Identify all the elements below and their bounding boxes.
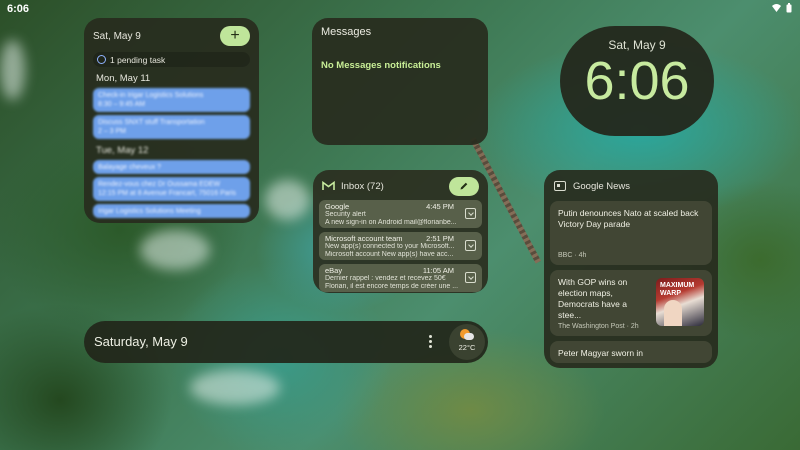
gmail-header: Inbox (72): [319, 176, 482, 196]
mail-subject: New app(s) connected to your Microsoft..…: [325, 243, 455, 250]
mail-time: 4:45 PM: [426, 202, 454, 211]
waterfall-foam: [0, 40, 25, 100]
partly-cloudy-icon: [460, 329, 474, 341]
messages-empty-text: No Messages notifications: [321, 60, 441, 71]
mail-time: 11:05 AM: [422, 266, 454, 275]
mail-item[interactable]: eBay 11:05 AM Dernier rappel : vendez et …: [319, 264, 482, 292]
clock-widget[interactable]: Sat, May 9 6:06: [560, 26, 714, 136]
clock-time: 6:06: [584, 51, 690, 111]
status-time: 6:06: [7, 3, 30, 15]
news-article[interactable]: Peter Magyar sworn in: [550, 341, 712, 363]
weather-button[interactable]: 22°C: [449, 324, 485, 360]
mail-subject: Dernier rappel : vendez et recevez 50€: [325, 275, 446, 282]
event-title: Check-in Irigar Logistics Solutions: [98, 92, 204, 99]
event-title: Irigar Logistics Solutions Meeting: [98, 208, 201, 215]
news-title[interactable]: Google News: [573, 181, 630, 192]
calendar-event[interactable]: Rendez-vous chez Dr Oussama EDEW 12:15 P…: [93, 177, 250, 201]
calendar-event[interactable]: Discuss SNXT stuff Transportation 2 – 3 …: [93, 115, 250, 139]
calendar-widget[interactable]: Sat, May 9 + 1 pending task Mon, May 11 …: [84, 18, 259, 223]
date-weather-widget[interactable]: Saturday, May 9 22°C: [84, 321, 488, 363]
news-article[interactable]: With GOP wins on election maps, Democrat…: [550, 270, 712, 336]
battery-icon: [786, 3, 792, 13]
mail-sender: Google: [325, 202, 350, 211]
calendar-header: Sat, May 9 +: [93, 26, 250, 46]
clock-date: Sat, May 9: [608, 38, 666, 52]
gmail-widget[interactable]: Inbox (72) Google 4:45 PM Security alert …: [313, 170, 488, 293]
event-time: 12:15 PM at 8 Avenue Francart, 75016 Par…: [98, 190, 237, 197]
article-thumbnail: MAXIMUM WARP: [656, 278, 704, 326]
waterfall-foam: [140, 230, 210, 270]
event-time: 8:30 – 9:45 AM: [98, 101, 146, 108]
more-options-icon[interactable]: [429, 335, 433, 349]
article-source: The Washington Post · 2h: [558, 323, 639, 330]
mail-item[interactable]: Google 4:45 PM Security alert A new sign-…: [319, 200, 482, 228]
mail-snippet: A new sign-in on Android mail@florianbe.…: [325, 219, 457, 226]
article-headline: Peter Magyar sworn in: [558, 348, 644, 358]
archive-icon[interactable]: [465, 272, 476, 283]
full-date: Saturday, May 9: [94, 334, 188, 349]
archive-icon[interactable]: [465, 208, 476, 219]
day-label: Mon, May 11: [96, 73, 151, 84]
news-widget[interactable]: Google News Putin denounces Nato at scal…: [544, 170, 718, 368]
article-source: BBC · 4h: [558, 252, 587, 259]
calendar-event[interactable]: Balayage cheveux ?: [93, 160, 250, 174]
pending-task-row[interactable]: 1 pending task: [93, 52, 250, 67]
pencil-icon: [460, 182, 468, 190]
add-event-button[interactable]: +: [220, 26, 250, 46]
mail-sender: Microsoft account team: [325, 234, 403, 243]
news-article[interactable]: Putin denounces Nato at scaled back Vict…: [550, 201, 712, 265]
news-icon: [554, 181, 566, 191]
news-header: Google News: [550, 176, 712, 196]
article-headline: Putin denounces Nato at scaled back Vict…: [558, 208, 699, 229]
event-title: Rendez-vous chez Dr Oussama EDEW: [98, 181, 221, 188]
calendar-event[interactable]: Check-in Irigar Logistics Solutions 8:30…: [93, 88, 250, 112]
mail-subject: Security alert: [325, 211, 366, 218]
waterfall-foam: [190, 370, 280, 405]
wifi-icon: [772, 4, 781, 12]
gmail-icon[interactable]: [322, 181, 335, 191]
status-icons: [772, 3, 792, 13]
waterfall-foam: [265, 180, 310, 220]
compose-button[interactable]: [449, 176, 479, 196]
temperature: 22°C: [458, 343, 476, 352]
mail-item[interactable]: Microsoft account team 2:51 PM New app(s)…: [319, 232, 482, 260]
mail-snippet: Microsoft account New app(s) have acc...: [325, 251, 454, 258]
status-bar: 6:06: [0, 0, 800, 18]
task-circle-icon: [97, 55, 106, 64]
event-time: 2 – 3 PM: [98, 128, 127, 135]
inbox-title[interactable]: Inbox (72): [341, 181, 449, 192]
event-title: Discuss SNXT stuff Transportation: [98, 119, 205, 126]
event-title: Balayage cheveux ?: [98, 164, 162, 171]
mail-snippet: Florian, il est encore temps de créer un…: [325, 283, 458, 290]
calendar-event[interactable]: Irigar Logistics Solutions Meeting: [93, 204, 250, 218]
mail-time: 2:51 PM: [426, 234, 454, 243]
messages-widget[interactable]: Messages No Messages notifications: [312, 18, 488, 145]
thumbnail-person: [664, 300, 682, 326]
article-headline: With GOP wins on election maps, Democrat…: [558, 277, 628, 320]
calendar-date[interactable]: Sat, May 9: [93, 31, 141, 42]
mail-sender: eBay: [325, 266, 343, 275]
thumbnail-caption: MAXIMUM WARP: [660, 282, 695, 297]
day-label: Tue, May 12: [96, 145, 149, 156]
messages-title: Messages: [321, 26, 372, 38]
archive-icon[interactable]: [465, 240, 476, 251]
pending-task-label: 1 pending task: [110, 54, 166, 65]
